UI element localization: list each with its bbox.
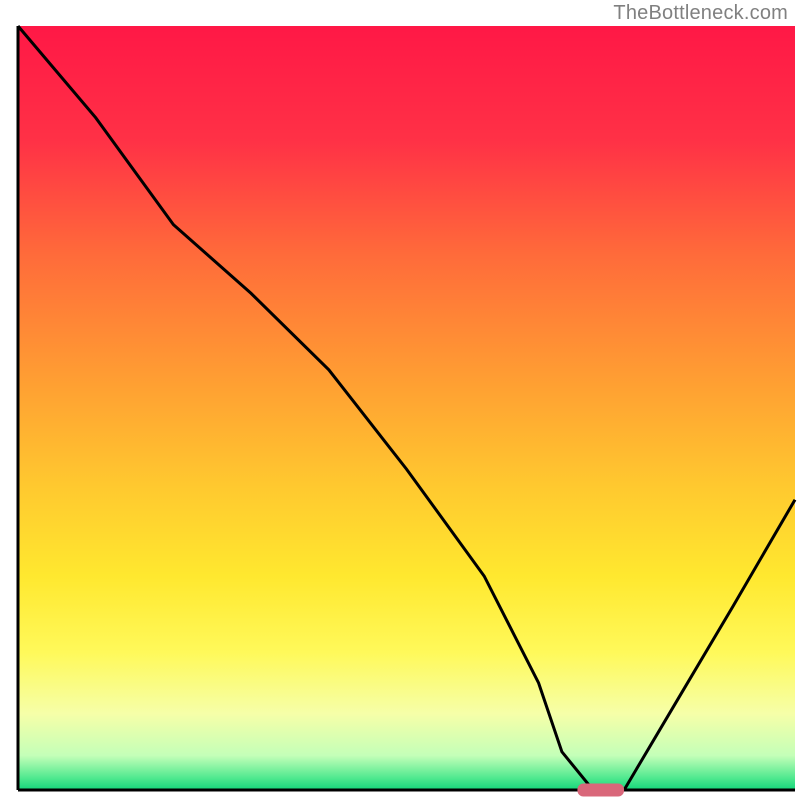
bottleneck-chart: TheBottleneck.com — [0, 0, 800, 800]
chart-background — [18, 26, 795, 790]
chart-svg — [0, 0, 800, 800]
optimal-marker — [577, 784, 624, 797]
watermark-label: TheBottleneck.com — [613, 2, 788, 25]
